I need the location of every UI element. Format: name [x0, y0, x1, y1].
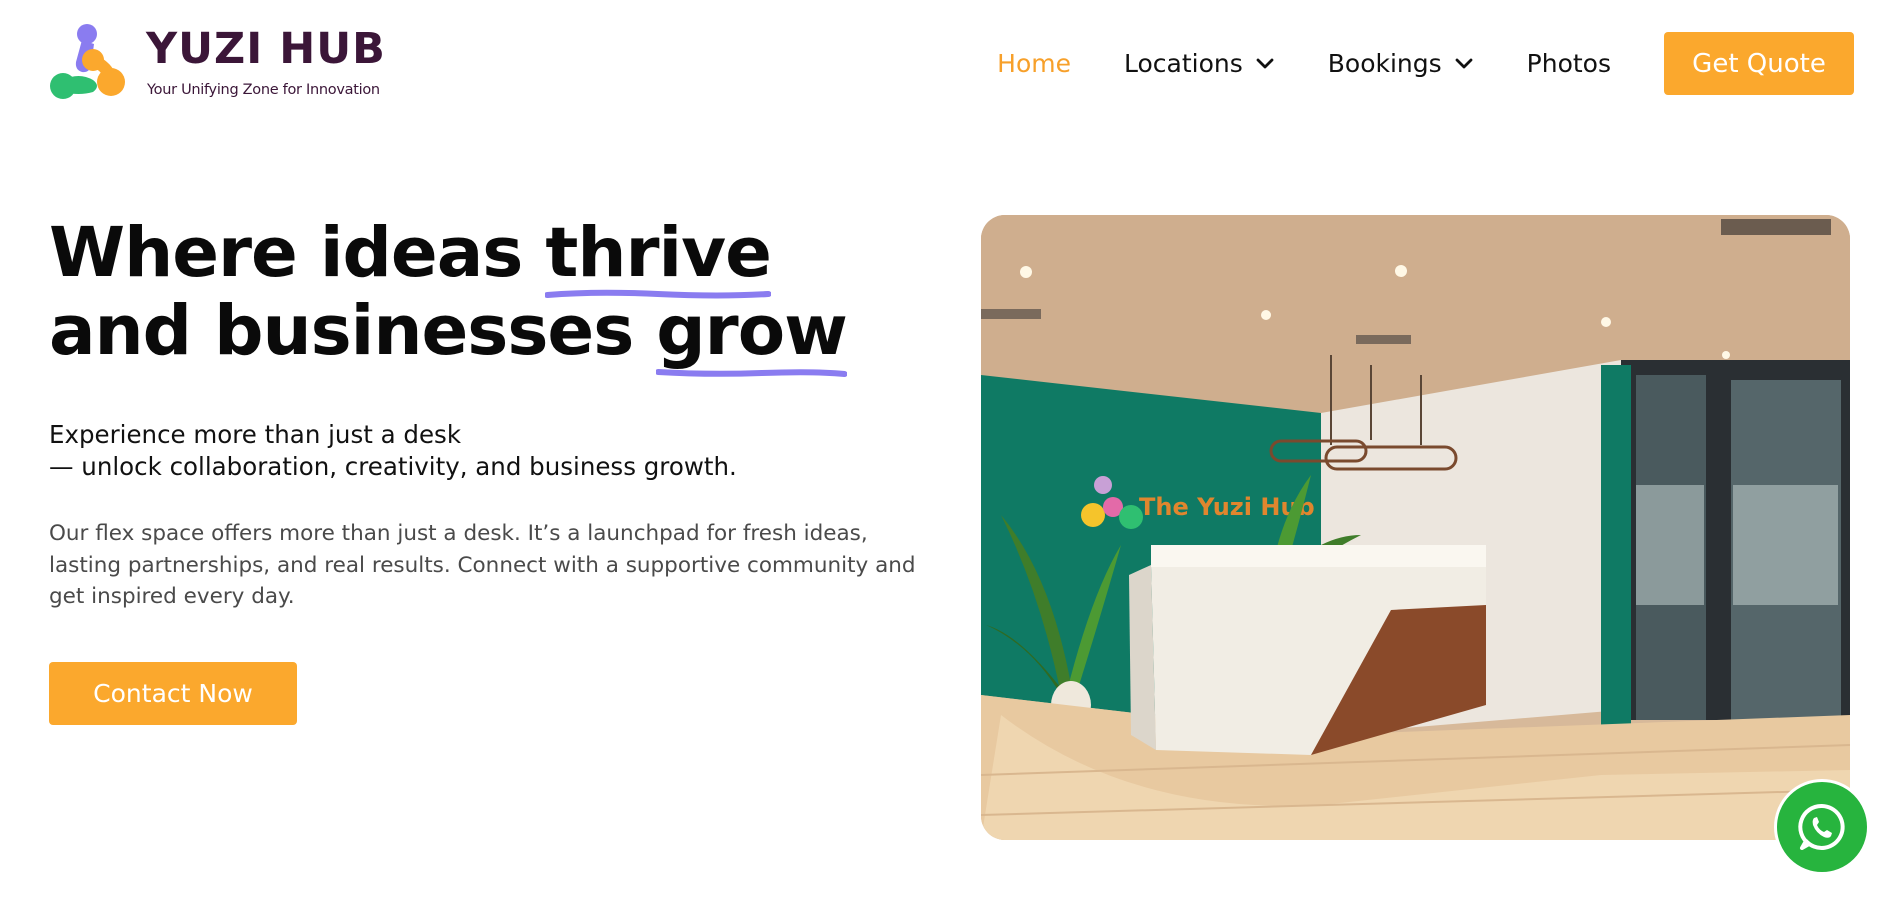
contact-now-button[interactable]: Contact Now [49, 662, 297, 725]
headline-highlight-thrive: thrive [545, 213, 772, 299]
brush-underline-icon [656, 369, 847, 377]
lead-line-1: Experience more than just a desk [49, 420, 462, 449]
highlight-text: thrive [545, 213, 772, 293]
hero-lead: Experience more than just a desk — unloc… [49, 419, 737, 483]
whatsapp-icon [1798, 803, 1845, 850]
nav-item-locations[interactable]: Locations [1124, 49, 1275, 78]
landing-page: YUZI HUB Your Unifying Zone for Innovati… [0, 0, 1894, 906]
logo-mark-icon [50, 24, 125, 99]
headline-text: and businesses [49, 291, 657, 371]
get-quote-button[interactable]: Get Quote [1664, 32, 1854, 95]
main-nav: Home Locations Bookings Photos Get Quote [997, 32, 1854, 95]
nav-item-label: Locations [1123, 49, 1243, 78]
chevron-down-icon [1455, 58, 1473, 68]
headline-text: Where ideas [49, 213, 546, 293]
whatsapp-button[interactable] [1774, 779, 1870, 875]
nav-item-photos[interactable]: Photos [1527, 49, 1611, 78]
hero-headline: Where ideas thrive and businesses grow [49, 213, 848, 377]
hero-image-reception: The Yuzi Hub [981, 215, 1850, 840]
nav-item-home[interactable]: Home [997, 49, 1071, 78]
reception-illustration: The Yuzi Hub [981, 215, 1850, 840]
chevron-down-icon [1256, 58, 1274, 68]
nav-item-label: Home [997, 49, 1071, 78]
lead-line-2: — unlock collaboration, creativity, and … [49, 452, 737, 481]
hero-description: Our flex space offers more than just a d… [49, 521, 916, 609]
headline-line-2: and businesses grow [49, 291, 848, 377]
nav-item-label: Photos [1526, 49, 1611, 78]
brand-name: YUZI HUB [146, 24, 386, 74]
nav-item-label: Bookings [1327, 49, 1442, 78]
brand-logo[interactable]: YUZI HUB Your Unifying Zone for Innovati… [49, 22, 385, 104]
headline-line-1: Where ideas thrive [49, 213, 847, 299]
brand-tagline: Your Unifying Zone for Innovation [147, 82, 380, 98]
highlight-text: grow [656, 291, 848, 371]
nav-item-bookings[interactable]: Bookings [1328, 49, 1474, 78]
headline-highlight-grow: grow [656, 291, 848, 377]
